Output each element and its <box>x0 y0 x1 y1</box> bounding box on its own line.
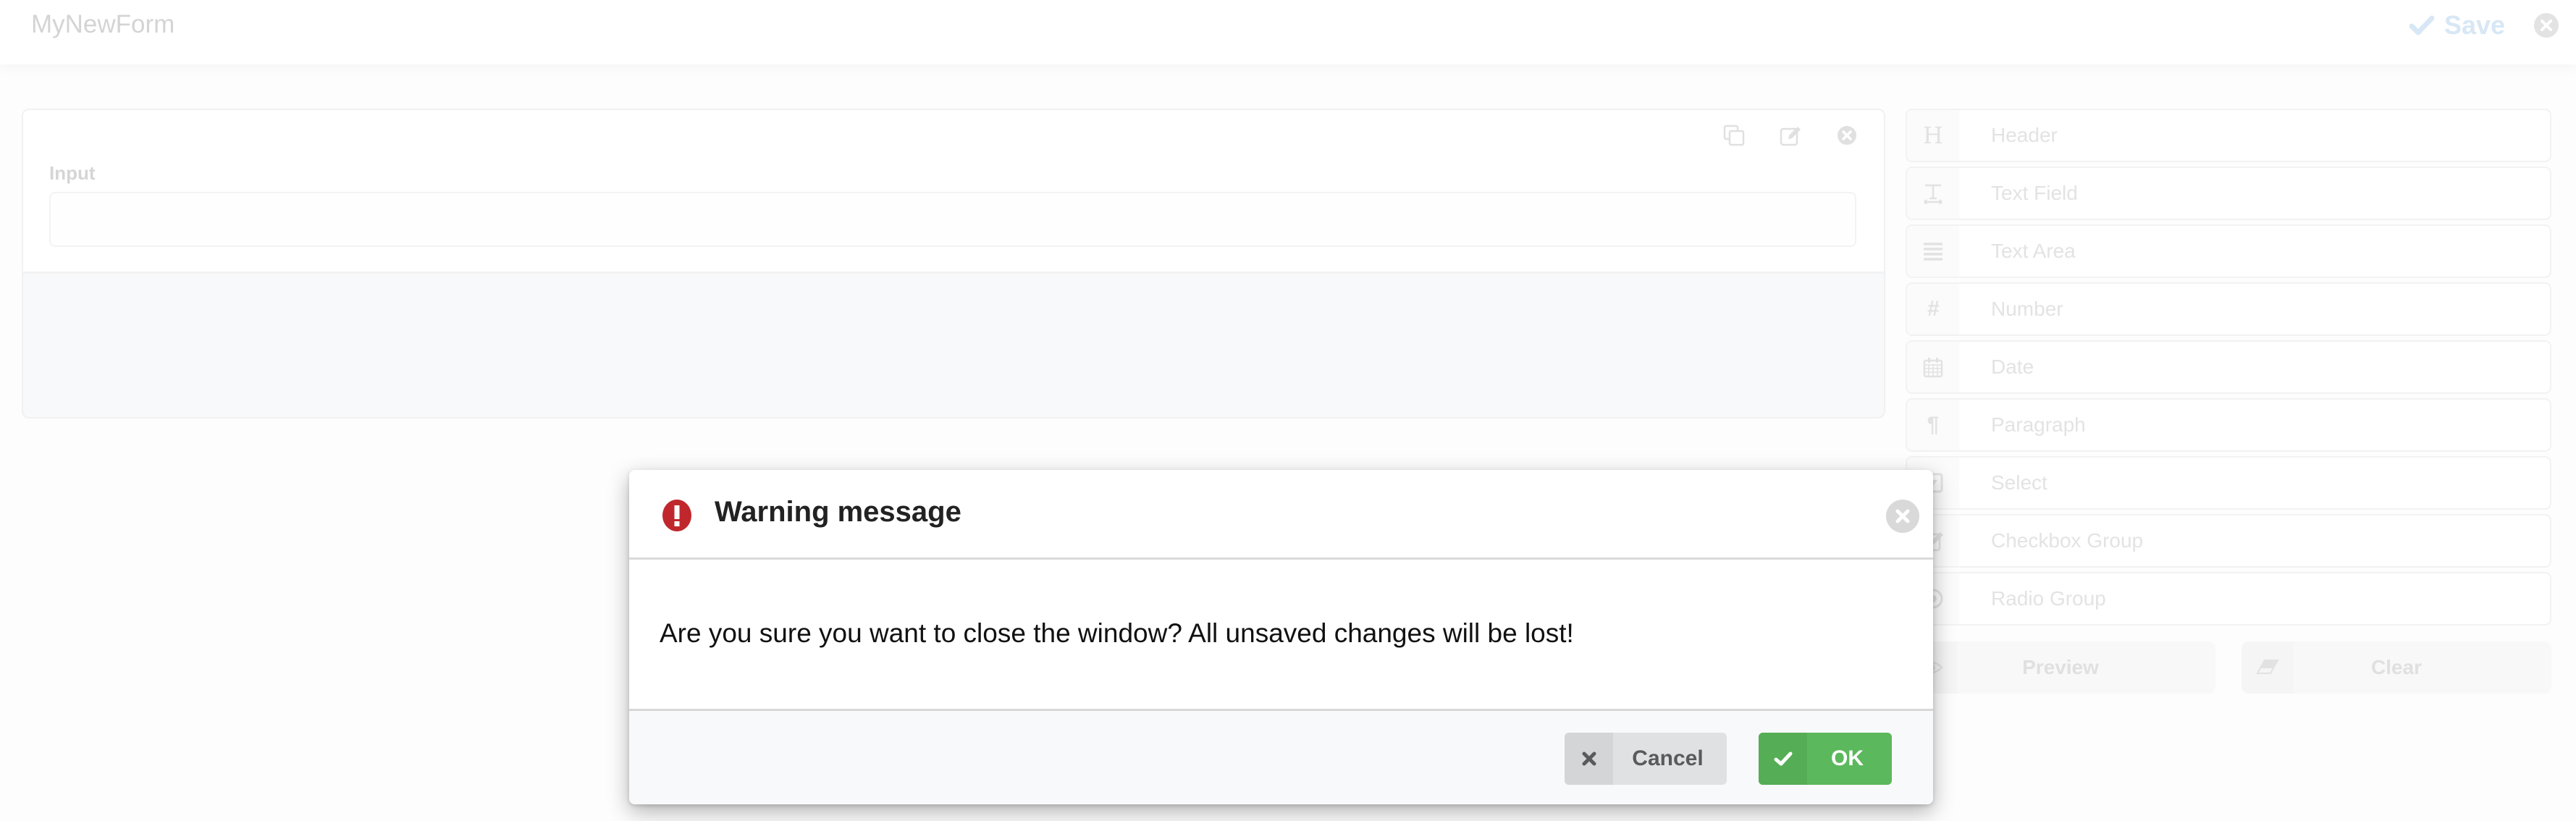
form-title: MyNewForm <box>31 10 175 38</box>
clear-button[interactable]: Clear <box>2242 641 2551 694</box>
form-canvas: Input <box>22 109 1885 418</box>
preview-button[interactable]: Preview <box>1906 641 2215 694</box>
remove-field-icon[interactable] <box>1836 125 1858 146</box>
field-palette: H Header Text Field Text Area # Number D… <box>1906 109 2551 630</box>
eraser-icon <box>2242 641 2294 694</box>
dialog-header: Warning message <box>629 470 1933 560</box>
warning-dialog: Warning message Are you sure you want to… <box>629 470 1933 804</box>
x-icon <box>1565 733 1613 785</box>
header-icon: H <box>1907 110 1959 161</box>
palette-item-number[interactable]: # Number <box>1906 282 2551 336</box>
close-icon <box>1895 509 1910 523</box>
text-area-icon <box>1907 226 1959 277</box>
palette-item-label: Number <box>1991 298 2063 320</box>
palette-item-text-area[interactable]: Text Area <box>1906 224 2551 278</box>
check-icon <box>2409 15 2434 35</box>
cancel-button[interactable]: Cancel <box>1565 733 1727 785</box>
palette-actions: Preview Clear <box>1906 641 2551 694</box>
calendar-icon <box>1907 342 1959 392</box>
edit-icon[interactable] <box>1780 125 1801 146</box>
save-button[interactable]: Save <box>2409 10 2505 41</box>
palette-item-label: Paragraph <box>1991 413 2086 436</box>
palette-item-text-field[interactable]: Text Field <box>1906 167 2551 220</box>
palette-item-label: Select <box>1991 471 2047 494</box>
palette-item-select[interactable]: Select <box>1906 456 2551 510</box>
clear-label: Clear <box>2370 656 2423 678</box>
hash-icon: # <box>1907 284 1959 334</box>
dialog-footer: Cancel OK <box>629 709 1933 804</box>
cancel-label: Cancel <box>1632 746 1704 770</box>
paragraph-icon: ¶ <box>1907 400 1959 450</box>
dialog-title: Warning message <box>715 496 961 528</box>
field-actions <box>1723 125 1858 146</box>
preview-label: Preview <box>2022 656 2099 678</box>
text-field-icon <box>1907 168 1959 219</box>
field-input[interactable] <box>49 192 1856 247</box>
palette-item-radio-group[interactable]: Radio Group <box>1906 572 2551 626</box>
copy-icon[interactable] <box>1723 125 1745 146</box>
form-field-card[interactable]: Input <box>23 110 1884 274</box>
save-label: Save <box>2444 10 2506 40</box>
field-label: Input <box>49 162 96 184</box>
palette-item-paragraph[interactable]: ¶ Paragraph <box>1906 398 2551 452</box>
palette-item-label: Text Field <box>1991 182 2078 204</box>
ok-label: OK <box>1831 746 1864 770</box>
palette-item-label: Radio Group <box>1991 587 2106 610</box>
palette-item-label: Date <box>1991 355 2034 378</box>
palette-item-checkbox-group[interactable]: Checkbox Group <box>1906 514 2551 568</box>
dialog-message: Are you sure you want to close the windo… <box>660 618 1574 648</box>
palette-item-date[interactable]: Date <box>1906 340 2551 394</box>
ok-button[interactable]: OK <box>1759 733 1892 785</box>
check-icon <box>1759 733 1807 785</box>
close-window-button[interactable] <box>2534 13 2559 38</box>
palette-item-label: Checkbox Group <box>1991 529 2144 552</box>
palette-item-label: Text Area <box>1991 240 2076 262</box>
close-icon <box>2541 20 2552 31</box>
dialog-close-button[interactable] <box>1886 500 1919 533</box>
palette-item-header[interactable]: H Header <box>1906 109 2551 162</box>
exclamation-circle-icon <box>662 500 691 531</box>
app-toolbar: MyNewForm Save <box>0 0 2576 64</box>
palette-item-label: Header <box>1991 124 2058 146</box>
